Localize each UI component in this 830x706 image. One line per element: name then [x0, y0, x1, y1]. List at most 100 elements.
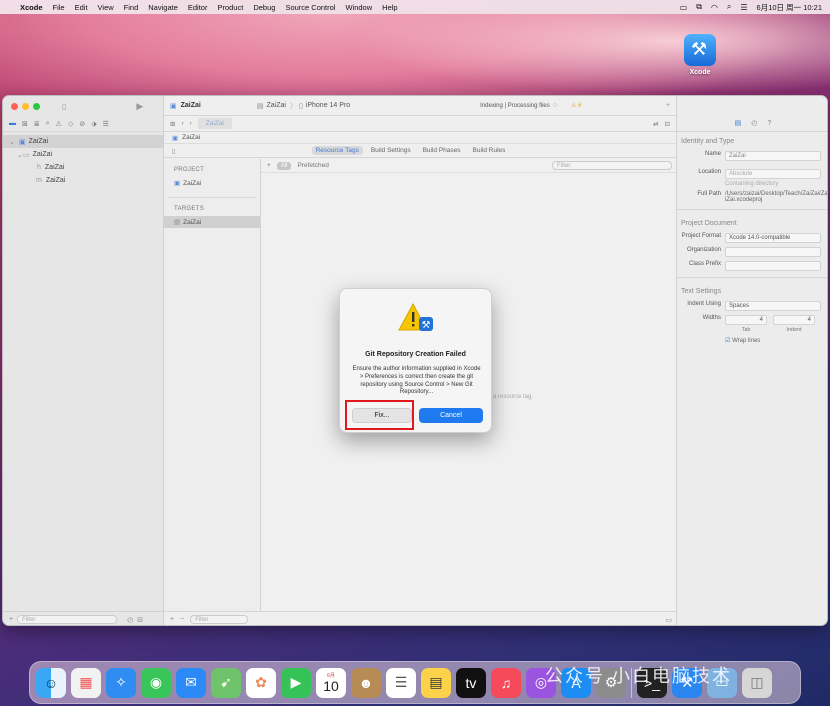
filter-prefetched[interactable]: Prefetched — [297, 162, 328, 169]
screen-mirror-icon[interactable]: ⧉ — [696, 2, 702, 12]
maps-icon[interactable]: ➹ — [211, 667, 241, 698]
finder-icon[interactable]: ☺ — [36, 667, 66, 698]
jump-bar-item[interactable]: ZaiZai — [182, 134, 200, 141]
menu-app-name[interactable]: Xcode — [20, 3, 43, 12]
find-icon[interactable]: ⌕ — [46, 120, 50, 128]
menu-editor[interactable]: Editor — [188, 3, 208, 12]
forward-icon[interactable]: › — [190, 120, 192, 127]
recent-icon[interactable]: ◴ — [127, 616, 133, 624]
menu-navigate[interactable]: Navigate — [148, 3, 178, 12]
trash-icon[interactable]: ◫ — [742, 667, 772, 698]
navigator-filter-input[interactable]: Filter — [17, 615, 118, 624]
test-icon[interactable]: ◇ — [68, 120, 73, 128]
report-icon[interactable]: ☰ — [103, 120, 109, 128]
menu-clock[interactable]: 6月10日 周一 10:21 — [757, 2, 822, 13]
organization-field[interactable] — [725, 247, 821, 257]
filter-all-chip[interactable]: All — [276, 161, 292, 170]
disclosure-icon[interactable]: ⌄ — [3, 151, 23, 159]
menu-source-control[interactable]: Source Control — [285, 3, 335, 12]
add-icon[interactable]: + — [9, 616, 13, 623]
tab-build-phases[interactable]: Build Phases — [419, 146, 465, 155]
cancel-button[interactable]: Cancel — [419, 408, 483, 423]
tree-item-impl-file[interactable]: m ZaiZai — [3, 174, 163, 187]
target-filter-input[interactable]: Filter — [190, 615, 249, 624]
facetime-icon[interactable]: ▶ — [281, 667, 311, 698]
notes-icon[interactable]: ▤ — [421, 667, 451, 698]
project-list-item[interactable]: ▣ ZaiZai — [164, 177, 260, 189]
messages-icon[interactable]: ◉ — [141, 667, 171, 698]
refresh-icon[interactable]: ⇄ — [653, 120, 658, 128]
remove-target-icon[interactable]: − — [180, 616, 184, 623]
inspector-panel: ▤ ◴ ? Identity and Type Name ZaiZai Locat… — [676, 96, 827, 625]
desktop-xcode-icon[interactable]: Xcode — [682, 34, 718, 76]
related-items-icon[interactable]: ⊞ — [170, 120, 175, 128]
menu-product[interactable]: Product — [217, 3, 243, 12]
symbol-icon[interactable]: ≣ — [34, 120, 40, 128]
minimize-window-button[interactable] — [22, 102, 29, 110]
scheme-selector[interactable]: ZaiZai — [266, 102, 285, 109]
menu-edit[interactable]: Edit — [75, 3, 88, 12]
folder-icon[interactable]: ▬ — [9, 120, 16, 127]
split-editor-icon[interactable]: ⊡ — [665, 120, 670, 128]
indent-using-select[interactable]: Spaces — [725, 301, 821, 311]
menu-view[interactable]: View — [98, 3, 114, 12]
project-icon: ▣ — [19, 138, 26, 146]
format-select[interactable]: Xcode 14.0-compatible — [725, 233, 821, 243]
source-control-icon[interactable]: ⊠ — [22, 120, 28, 128]
resource-filter-input[interactable]: Filter — [552, 161, 672, 170]
name-field[interactable]: ZaiZai — [725, 151, 821, 161]
debug-area-toggle-icon[interactable]: ▭ — [665, 616, 672, 624]
back-icon[interactable]: ‹ — [181, 120, 183, 127]
reminders-icon[interactable]: ☰ — [386, 667, 416, 698]
file-inspector-icon[interactable]: ▤ — [735, 119, 742, 127]
search-icon[interactable]: ⌕ — [727, 2, 731, 12]
display-icon[interactable]: ▭ — [680, 3, 688, 12]
tree-item-group[interactable]: ⌄ ▭ ZaiZai — [3, 148, 163, 161]
hide-project-list-icon[interactable]: ▯ — [172, 147, 176, 155]
close-window-button[interactable] — [11, 102, 18, 110]
menu-file[interactable]: File — [53, 3, 65, 12]
class-prefix-field[interactable] — [725, 261, 821, 271]
disclosure-icon[interactable]: ⌄ — [3, 138, 15, 146]
wifi-icon[interactable]: ◠ — [711, 3, 718, 12]
location-select[interactable]: Absolute — [725, 169, 821, 179]
scm-filter-icon[interactable]: ⊟ — [137, 616, 143, 624]
debug-icon[interactable]: ⊘ — [79, 120, 85, 128]
add-tab-icon[interactable]: + — [666, 102, 670, 109]
safari-icon[interactable]: ✧ — [106, 667, 136, 698]
tab-resource-tags[interactable]: Resource Tags — [311, 146, 363, 155]
apple-tv-icon[interactable]: tv — [456, 667, 486, 698]
tree-item-header-file[interactable]: h ZaiZai — [3, 161, 163, 174]
photos-icon[interactable]: ✿ — [246, 667, 276, 698]
calendar-icon[interactable]: 6月 10 — [316, 667, 346, 698]
tab-build-settings[interactable]: Build Settings — [367, 146, 415, 155]
tab-build-rules[interactable]: Build Rules — [469, 146, 510, 155]
menu-find[interactable]: Find — [124, 3, 139, 12]
mail-icon[interactable]: ✉ — [176, 667, 206, 698]
menu-debug[interactable]: Debug — [253, 3, 275, 12]
contacts-icon[interactable]: ☻ — [351, 667, 381, 698]
menu-window[interactable]: Window — [345, 3, 372, 12]
zoom-window-button[interactable] — [33, 102, 40, 110]
project-icon: ▣ — [170, 102, 177, 110]
issue-icon[interactable]: ⚠ — [56, 120, 62, 128]
add-tag-icon[interactable]: + — [267, 162, 271, 169]
breakpoint-icon[interactable]: ⬗ — [91, 120, 96, 128]
help-icon[interactable]: ? — [767, 120, 771, 127]
editor-tab[interactable]: ZaiZai — [197, 118, 232, 129]
menu-help[interactable]: Help — [382, 3, 397, 12]
tab-width-field[interactable]: 4 — [725, 315, 767, 325]
wrap-lines-checkbox[interactable]: ☑ — [725, 338, 730, 344]
tree-item-project[interactable]: ⌄ ▣ ZaiZai — [3, 135, 163, 148]
device-selector[interactable]: iPhone 14 Pro — [306, 102, 350, 109]
run-icon[interactable]: ▶ — [136, 101, 143, 112]
history-icon[interactable]: ◴ — [751, 119, 757, 127]
control-center-icon[interactable]: ☰ — [740, 3, 747, 12]
indent-width-field[interactable]: 4 — [773, 315, 815, 325]
add-target-icon[interactable]: + — [170, 616, 174, 623]
launchpad-icon[interactable]: ▦ — [71, 667, 101, 698]
music-icon[interactable]: ♫ — [491, 667, 521, 698]
target-list-item[interactable]: ▤ ZaiZai — [164, 216, 260, 228]
warning-badge[interactable]: ⚠ 6 — [571, 102, 581, 109]
sidebar-toggle-icon[interactable]: ▯ — [62, 102, 66, 111]
